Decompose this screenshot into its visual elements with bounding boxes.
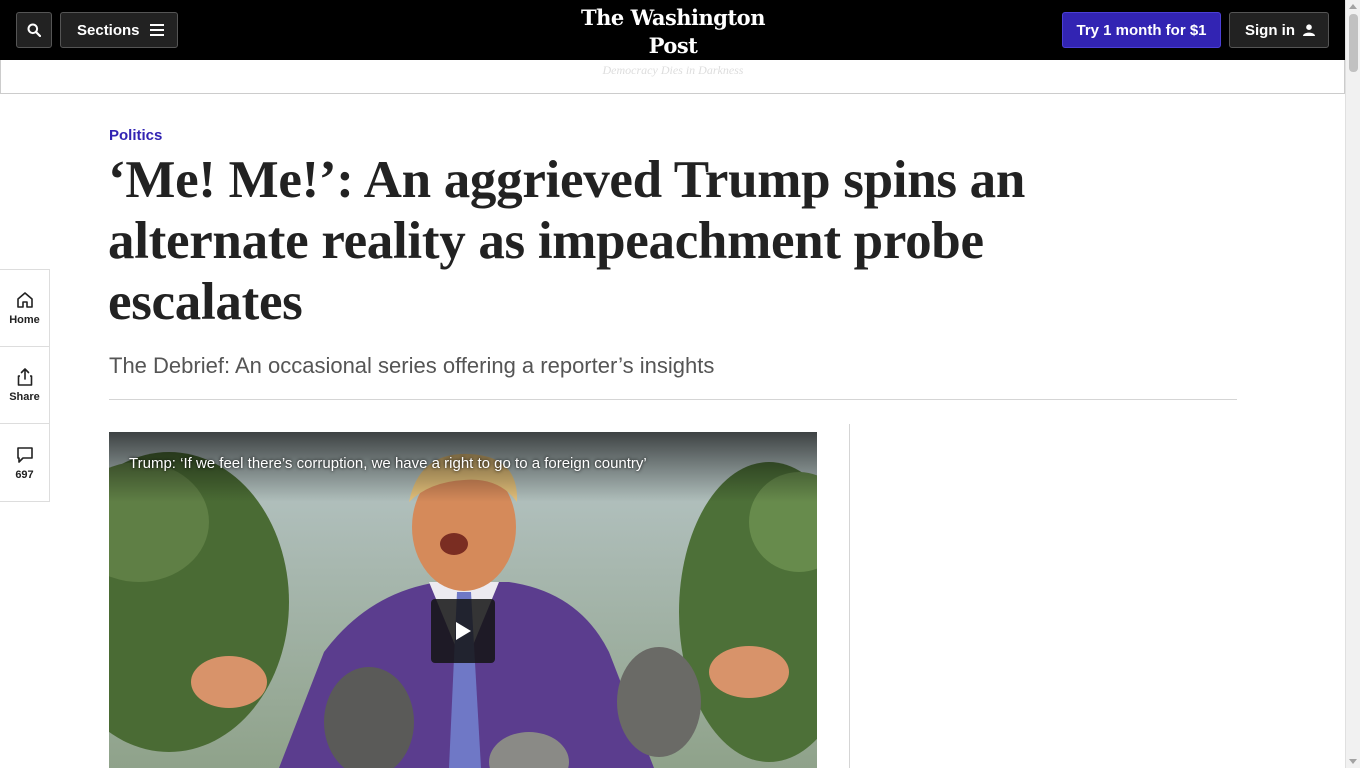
article-headline: ‘Me! Me!’: An aggrieved Trump spins an a…	[108, 151, 1026, 331]
home-icon	[16, 292, 33, 308]
search-button[interactable]	[16, 12, 52, 48]
header-divider	[109, 399, 1237, 400]
ad-placeholder	[0, 60, 1345, 94]
article-subheadline: The Debrief: An occasional series offeri…	[109, 353, 715, 378]
sections-button[interactable]: Sections	[60, 12, 178, 48]
rail-share-label: Share	[9, 391, 40, 403]
left-rail: Home Share 697	[0, 269, 50, 502]
subscribe-button[interactable]: Try 1 month for $1	[1062, 12, 1221, 48]
hamburger-menu-icon	[149, 24, 164, 36]
video-player[interactable]: Trump: ‘If we feel there’s corruption, w…	[109, 432, 817, 768]
rail-home-label: Home	[9, 314, 40, 326]
column-divider	[849, 424, 850, 768]
play-button[interactable]	[431, 599, 495, 663]
site-logo[interactable]: The Washington Post	[560, 4, 786, 60]
scroll-up-arrow-icon[interactable]	[1349, 4, 1357, 9]
rail-share-button[interactable]: Share	[0, 347, 49, 424]
page-scrollbar[interactable]	[1345, 0, 1360, 768]
section-kicker[interactable]: Politics	[109, 127, 162, 144]
top-navigation: Sections The Washington Post Democracy D…	[0, 0, 1345, 77]
search-icon	[27, 23, 41, 37]
comments-count: 697	[15, 468, 34, 481]
sign-in-label: Sign in	[1245, 21, 1295, 39]
sections-label: Sections	[77, 21, 140, 39]
video-caption: Trump: ‘If we feel there’s corruption, w…	[129, 455, 647, 472]
rail-comments-button[interactable]: 697	[0, 424, 49, 501]
user-icon	[1303, 24, 1315, 36]
scrollbar-thumb[interactable]	[1349, 14, 1358, 72]
sign-in-button[interactable]: Sign in	[1229, 12, 1329, 48]
scroll-down-arrow-icon[interactable]	[1349, 759, 1357, 764]
rail-home-button[interactable]: Home	[0, 270, 49, 347]
play-icon	[456, 622, 471, 640]
comment-icon	[16, 446, 33, 463]
share-icon	[17, 368, 32, 386]
